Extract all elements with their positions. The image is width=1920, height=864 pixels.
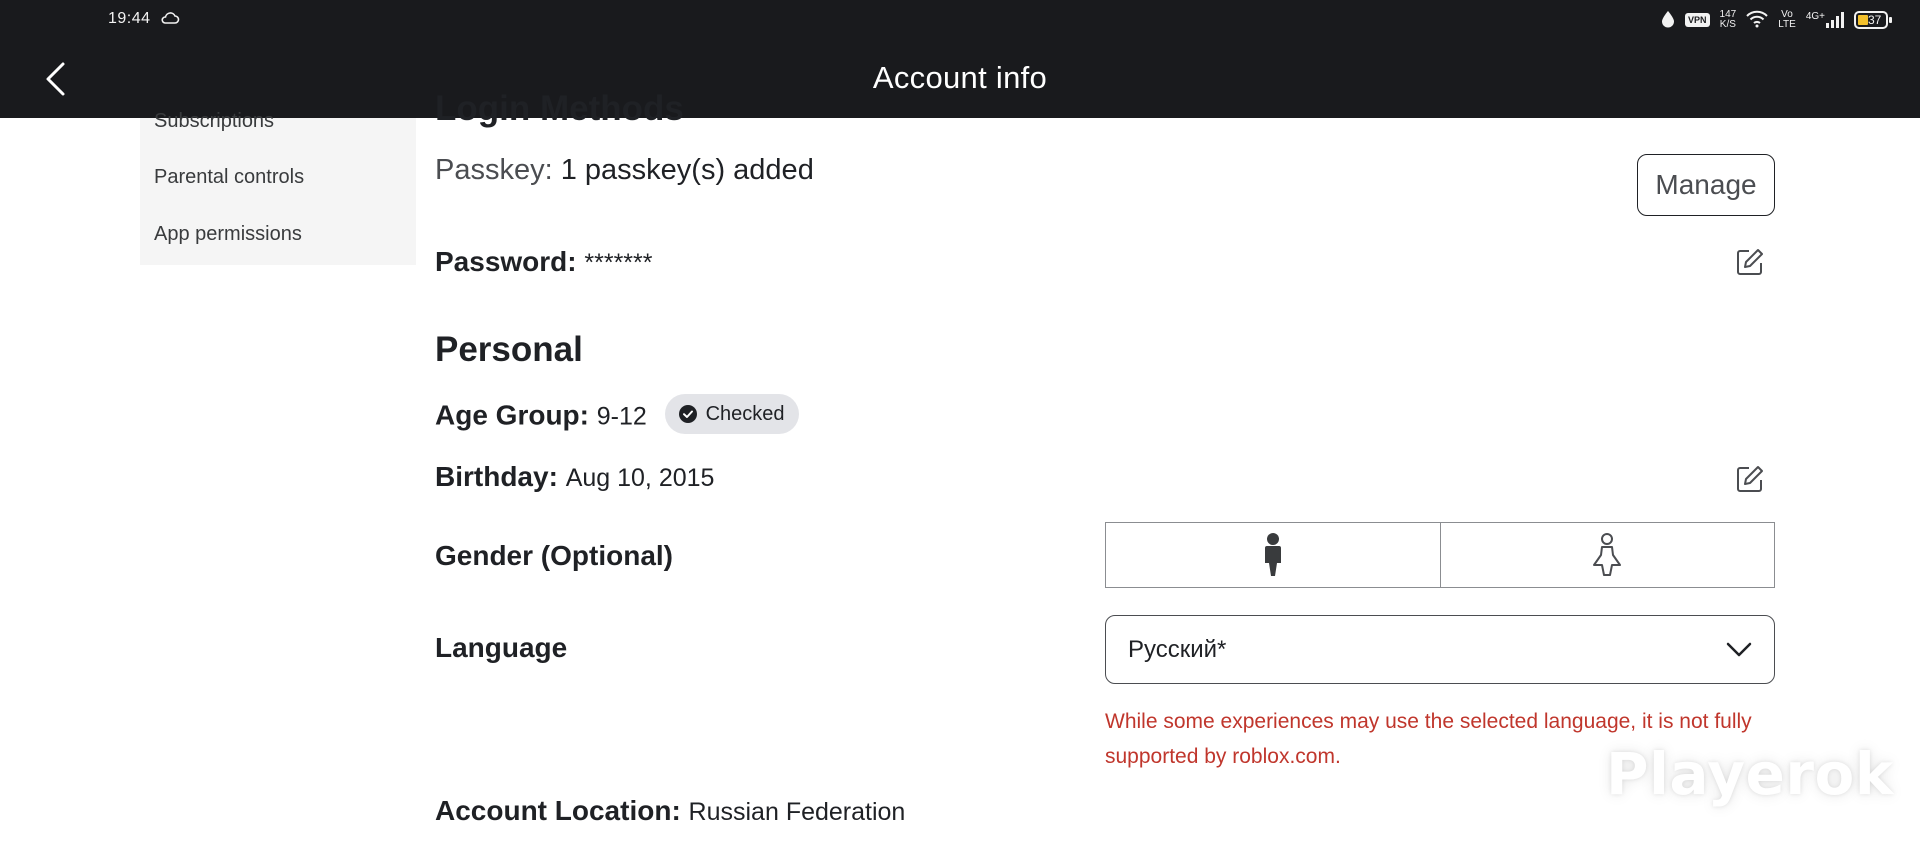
- battery-level: 37: [1868, 13, 1882, 27]
- password-value: *******: [584, 249, 653, 277]
- battery-fill: [1858, 15, 1868, 25]
- birthday-row: Birthday: Aug 10, 2015: [435, 461, 714, 493]
- language-select[interactable]: Русский*: [1105, 615, 1775, 684]
- volte-indicator: Vo LTE: [1778, 10, 1796, 30]
- account-location-label: Account Location:: [435, 795, 681, 826]
- gender-label: Gender (Optional): [435, 540, 673, 571]
- account-info-content: Login Methods Passkey: 1 passkey(s) adde…: [435, 0, 1775, 864]
- personal-heading: Personal: [435, 330, 583, 369]
- account-location-value: Russian Federation: [688, 798, 906, 826]
- age-group-value: 9-12: [596, 402, 647, 431]
- badge-label: Checked: [705, 402, 785, 425]
- gender-female-button[interactable]: [1439, 523, 1775, 587]
- sidebar-item-subscriptions[interactable]: Subscriptions: [154, 110, 274, 133]
- password-label: Password:: [435, 246, 577, 277]
- birthday-value: Aug 10, 2015: [565, 464, 715, 492]
- settings-sidebar: Subscriptions Parental controls App perm…: [140, 110, 416, 265]
- volte-bottom: LTE: [1778, 19, 1796, 30]
- edit-birthday-icon[interactable]: [1735, 464, 1765, 494]
- passkey-row: Passkey: 1 passkey(s) added: [435, 154, 814, 187]
- watermark: Playerok: [1606, 740, 1894, 808]
- verified-badge: Checked: [664, 394, 799, 434]
- signal-icon: 4G+: [1806, 12, 1844, 28]
- check-circle-icon: [678, 405, 697, 423]
- female-icon: [1593, 533, 1622, 576]
- passkey-label: Passkey:: [435, 154, 553, 186]
- gender-male-button[interactable]: [1106, 523, 1440, 587]
- gender-toggle: [1105, 522, 1775, 588]
- login-methods-heading: Login Methods: [435, 89, 684, 128]
- age-group-label: Age Group:: [435, 399, 589, 431]
- cloud-icon: [160, 10, 180, 31]
- birthday-label: Birthday:: [435, 461, 558, 492]
- age-group-row: Age Group: 9-12 Checked: [435, 394, 799, 437]
- edit-password-icon[interactable]: [1735, 247, 1765, 277]
- network-type: 4G+: [1805, 11, 1825, 22]
- passkey-value: 1 passkey(s) added: [560, 154, 814, 186]
- male-icon: [1264, 533, 1281, 576]
- sidebar-item-app-permissions[interactable]: App permissions: [154, 223, 302, 246]
- language-value: Русский*: [1128, 635, 1227, 663]
- account-location-row: Account Location: Russian Federation: [435, 795, 905, 827]
- chevron-down-icon: [1726, 642, 1752, 656]
- manage-passkeys-button[interactable]: Manage: [1637, 154, 1775, 216]
- sidebar-item-parental-controls[interactable]: Parental controls: [154, 166, 304, 189]
- password-row: Password: *******: [435, 246, 653, 278]
- language-label: Language: [435, 632, 568, 663]
- battery-icon: 37: [1854, 11, 1892, 29]
- status-time: 19:44: [108, 10, 151, 27]
